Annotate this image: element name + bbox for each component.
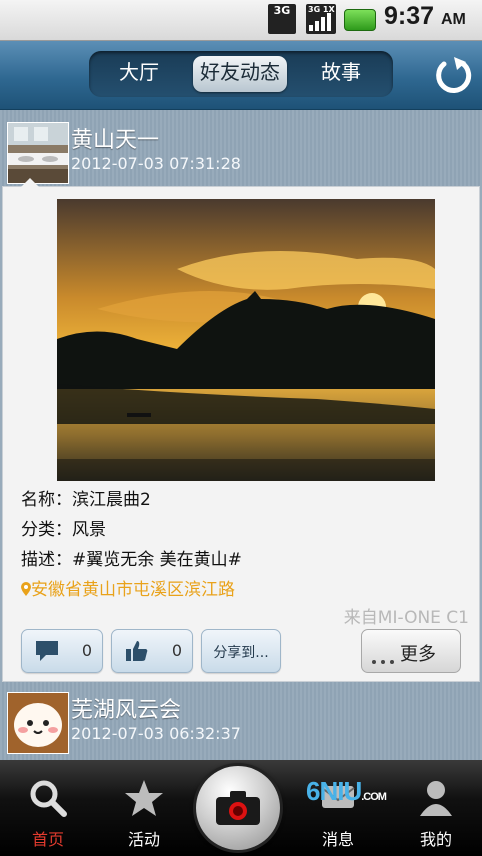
like-button[interactable]: 0 <box>111 629 193 673</box>
more-label: 更多 <box>400 644 436 665</box>
comment-button[interactable]: 0 <box>21 629 103 673</box>
share-label: 分享到... <box>213 645 269 661</box>
watermark-sub: .COM <box>361 791 387 803</box>
post-timestamp: 2012-07-03 07:31:28 <box>71 154 241 173</box>
post-username[interactable]: 芜湖风云会 <box>71 692 181 724</box>
card-notch <box>21 178 39 187</box>
nav-home[interactable]: 首页 <box>6 760 90 856</box>
post-photo[interactable] <box>57 199 435 481</box>
photo-category: 分类：风景 <box>21 520 106 540</box>
watermark-text: 6NIU <box>306 776 362 806</box>
signal-icon: 3G 1X <box>306 4 336 34</box>
tab-group: 大厅 好友动态 故事 <box>89 51 393 97</box>
more-button[interactable]: 更多 <box>361 629 461 673</box>
camera-button[interactable] <box>196 766 280 850</box>
status-bar: 3G 3G 1X 9:37 AM <box>0 0 482 41</box>
more-dots-icon <box>372 649 394 664</box>
post-username[interactable]: 黄山天一 <box>71 122 159 154</box>
network-3g-icon: 3G <box>268 4 296 34</box>
comment-count: 0 <box>81 641 92 660</box>
post-header[interactable]: 芜湖风云会 2012-07-03 06:32:37 <box>0 680 482 756</box>
nav-messages-label: 消息 <box>321 830 354 849</box>
comment-icon <box>34 639 60 667</box>
refresh-icon[interactable] <box>432 55 472 95</box>
post-header[interactable]: 黄山天一 2012-07-03 07:31:28 <box>0 110 482 186</box>
nav-activity-label: 活动 <box>127 830 160 849</box>
location-pin-icon <box>21 581 31 596</box>
status-time: 9:37 AM <box>384 2 466 31</box>
time-value: 9:37 <box>384 2 435 30</box>
post-card: 名称：滨江晨曲2 分类：风景 描述：#翼览无余 美在黄山# 安徽省黄山市屯溪区滨… <box>2 178 480 682</box>
tab-stories[interactable]: 故事 <box>303 56 379 92</box>
tab-lobby[interactable]: 大厅 <box>103 56 175 92</box>
app-header: 大厅 好友动态 故事 <box>0 41 482 110</box>
avatar[interactable] <box>7 122 69 184</box>
search-icon <box>28 778 68 822</box>
photo-title: 名称：滨江晨曲2 <box>21 490 151 510</box>
feed-list[interactable]: 黄山天一 2012-07-03 07:31:28 名称：滨江晨曲2 分类：风景 … <box>0 110 482 760</box>
thumbs-up-icon <box>124 639 150 667</box>
star-icon <box>124 778 164 822</box>
bottom-nav: 首页 活动 消息 我的 6NIU.COM <box>0 760 482 856</box>
like-count: 0 <box>171 641 182 660</box>
nav-mine-label: 我的 <box>419 830 452 849</box>
watermark-logo: 6NIU.COM <box>306 776 387 807</box>
time-ampm: AM <box>441 11 466 28</box>
post-source: 来自MI-ONE C1 <box>343 608 469 628</box>
person-icon <box>416 778 456 822</box>
nav-mine[interactable]: 我的 <box>394 760 478 856</box>
tab-friends-feed[interactable]: 好友动态 <box>193 56 287 92</box>
location-link[interactable]: 安徽省黄山市屯溪区滨江路 <box>21 575 235 600</box>
nav-activity[interactable]: 活动 <box>102 760 186 856</box>
post-timestamp: 2012-07-03 06:32:37 <box>71 724 241 743</box>
nav-messages[interactable]: 消息 <box>296 760 380 856</box>
network-badge: 3G <box>273 4 291 17</box>
camera-icon <box>216 791 260 829</box>
photo-description: 描述：#翼览无余 美在黄山# <box>21 550 242 570</box>
nav-home-label: 首页 <box>31 830 64 849</box>
share-button[interactable]: 分享到... <box>201 629 281 673</box>
avatar[interactable] <box>7 692 69 754</box>
battery-icon <box>344 9 376 31</box>
location-text: 安徽省黄山市屯溪区滨江路 <box>31 580 235 600</box>
